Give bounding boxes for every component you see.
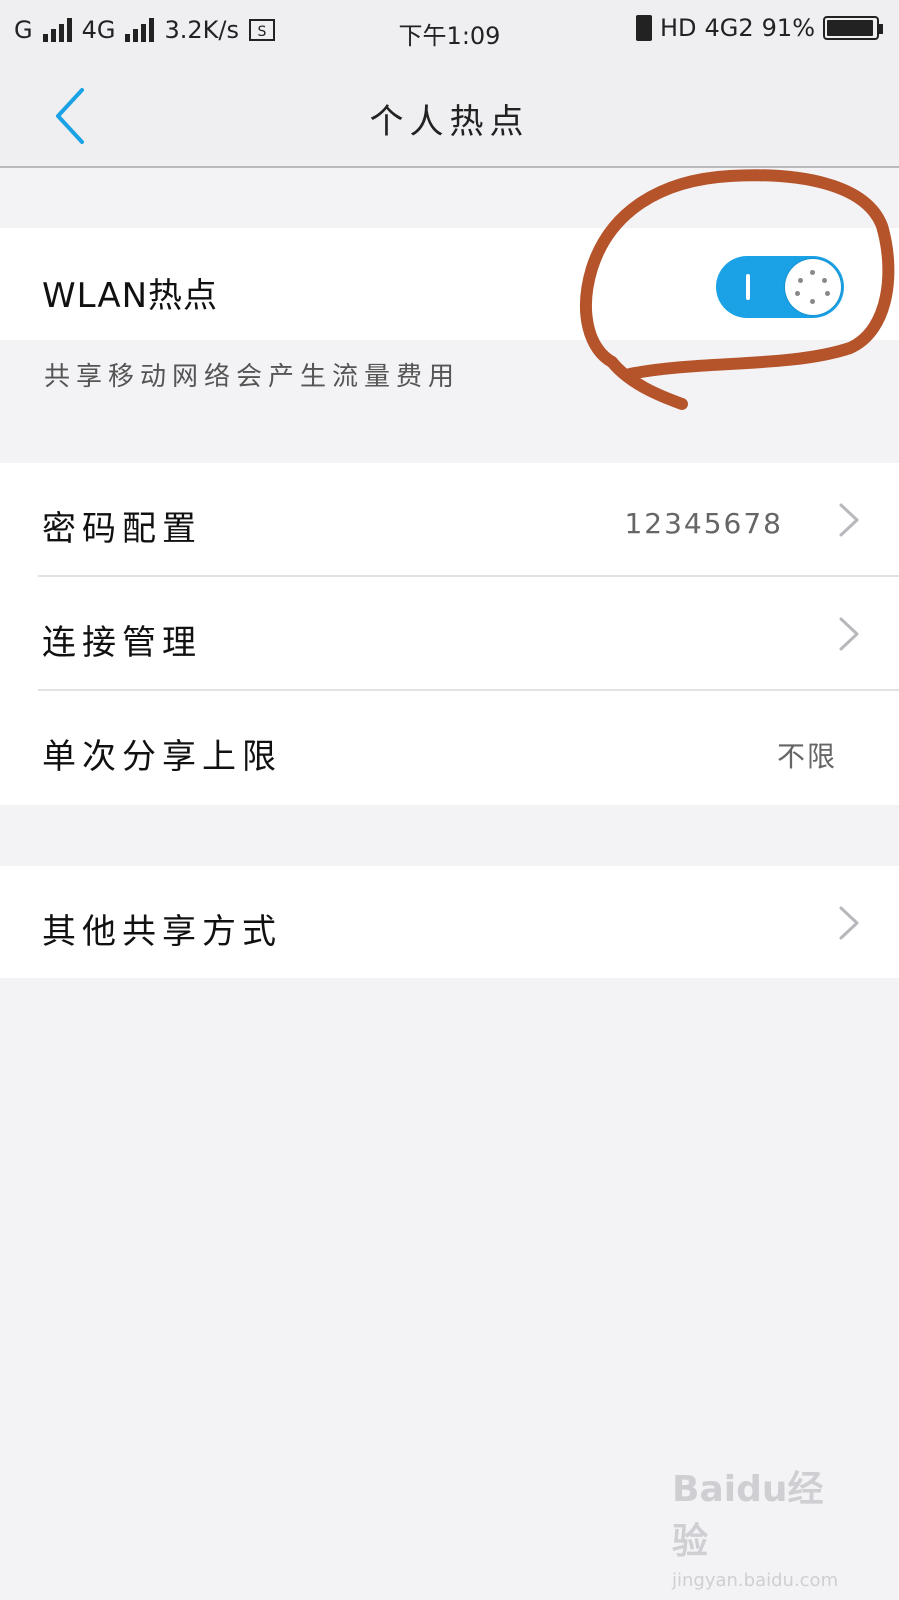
password-config-row[interactable]: 密码配置 12345678 bbox=[0, 463, 899, 577]
other-sharing-row[interactable]: 其他共享方式 bbox=[0, 866, 899, 980]
other-sharing-label: 其他共享方式 bbox=[42, 912, 282, 952]
charging-icon bbox=[635, 15, 652, 41]
hotspot-hint-text: 共享移动网络会产生流量费用 bbox=[44, 362, 461, 392]
network-type: 4G2 bbox=[704, 14, 754, 42]
share-limit-label: 单次分享上限 bbox=[42, 737, 282, 777]
settings-list: 密码配置 12345678 连接管理 单次分享上限 不限 bbox=[0, 463, 899, 805]
wlan-hotspot-toggle[interactable] bbox=[716, 256, 844, 318]
chevron-right-icon bbox=[839, 503, 859, 537]
watermark-url: jingyan.baidu.com bbox=[672, 1570, 839, 1591]
toggle-knob bbox=[785, 259, 841, 315]
chevron-right-icon bbox=[839, 906, 859, 940]
toggle-on-mark bbox=[746, 274, 750, 300]
chevron-right-icon bbox=[839, 617, 859, 651]
status-bar: G 4G 3.2K/s S 下午1:09 HD 4G2 91% bbox=[0, 0, 899, 64]
baidu-watermark: Baidu经验 jingyan.baidu.com bbox=[672, 1460, 842, 1591]
battery-percent: 91% bbox=[761, 14, 815, 42]
nav-bar: 个人热点 bbox=[0, 64, 899, 168]
other-sharing-card: 其他共享方式 bbox=[0, 866, 899, 978]
hd-label: HD bbox=[659, 14, 697, 42]
share-limit-row[interactable]: 单次分享上限 不限 bbox=[0, 691, 899, 805]
status-right: HD 4G2 91% bbox=[635, 14, 883, 42]
connection-management-label: 连接管理 bbox=[42, 623, 202, 663]
battery-icon bbox=[823, 16, 883, 40]
password-config-label: 密码配置 bbox=[42, 509, 202, 549]
page-title: 个人热点 bbox=[369, 102, 530, 142]
watermark-logo: Baidu经验 bbox=[672, 1469, 824, 1562]
connection-management-row[interactable]: 连接管理 bbox=[0, 577, 899, 691]
share-limit-value: 不限 bbox=[776, 740, 837, 773]
password-value: 12345678 bbox=[624, 507, 783, 540]
wlan-hotspot-label: WLAN热点 bbox=[42, 276, 219, 316]
